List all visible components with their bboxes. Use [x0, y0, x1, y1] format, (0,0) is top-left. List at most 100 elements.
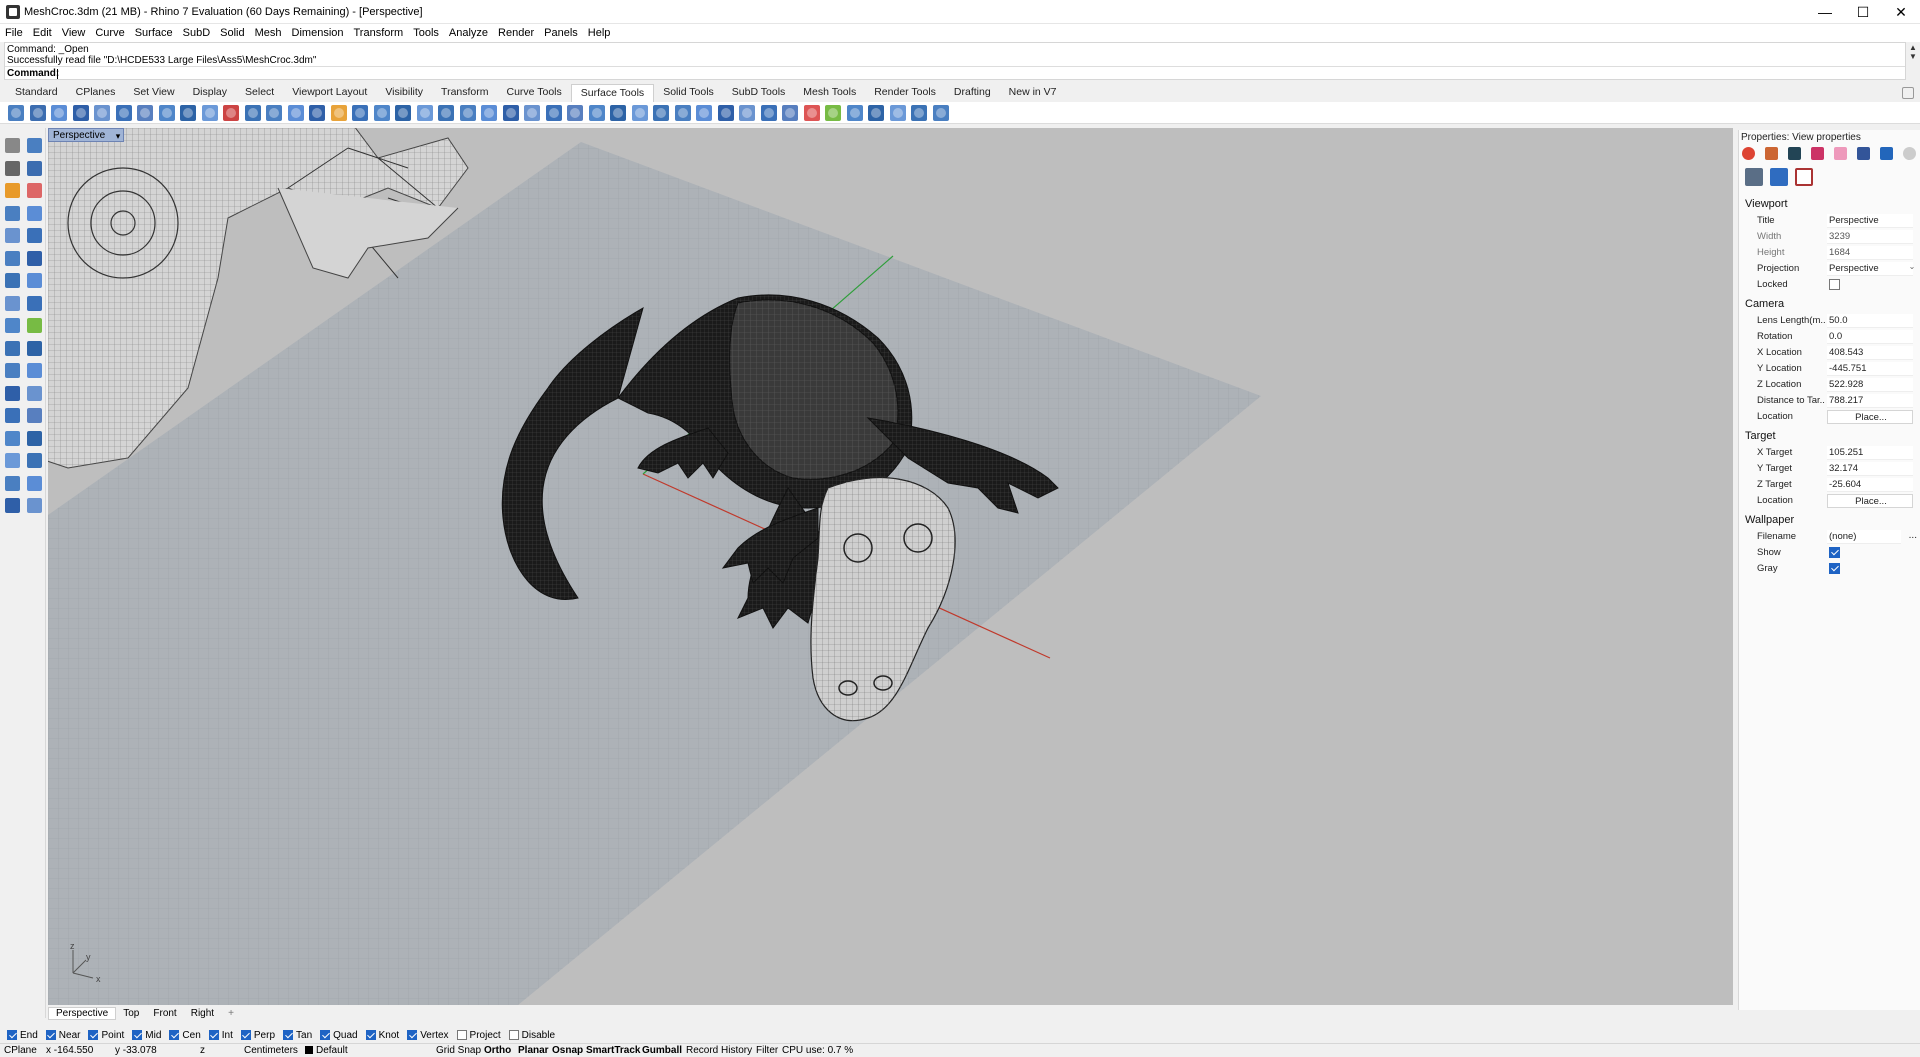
menu-curve[interactable]: Curve — [95, 27, 124, 39]
surface-tool-icon[interactable] — [266, 104, 282, 121]
surface-tool-icon[interactable] — [588, 104, 605, 121]
sidebar-tool-icon[interactable] — [5, 363, 20, 378]
sidebar-tool-icon[interactable] — [27, 295, 42, 311]
osnap-tan[interactable]: Tan — [283, 1030, 312, 1041]
sidebar-tool-icon[interactable] — [27, 430, 42, 446]
locked-checkbox[interactable] — [1829, 279, 1840, 290]
object-properties-icon[interactable] — [1742, 147, 1755, 160]
sidebar-tool-icon[interactable] — [27, 363, 42, 378]
surface-tool-icon[interactable] — [29, 104, 46, 121]
named-view-icon[interactable] — [1770, 168, 1788, 186]
status-cplane[interactable]: CPlane — [4, 1045, 37, 1056]
viewport-scene[interactable] — [48, 128, 1733, 1005]
surface-tool-icon[interactable] — [352, 104, 368, 121]
camera-icon[interactable] — [1745, 168, 1763, 186]
osnap-checkbox[interactable] — [240, 1030, 251, 1040]
surface-tool-icon[interactable] — [545, 104, 562, 121]
surface-tool-icon[interactable] — [717, 104, 734, 121]
sidebar-tool-icon[interactable] — [5, 250, 20, 266]
osnap-mid[interactable]: Mid — [132, 1030, 161, 1041]
layer-icon[interactable] — [1834, 147, 1847, 160]
vp-tab-perspective[interactable]: Perspective — [48, 1006, 117, 1020]
surface-tool-icon[interactable] — [868, 104, 884, 121]
status-osnap[interactable]: Osnap — [552, 1045, 583, 1056]
surface-tool-icon[interactable] — [438, 104, 454, 121]
sidebar-tool-icon[interactable] — [5, 340, 20, 356]
tab-mesh-tools[interactable]: Mesh Tools — [794, 84, 865, 102]
minimize-button[interactable]: — — [1806, 0, 1844, 24]
tab-drafting[interactable]: Drafting — [945, 84, 1000, 102]
sidebar-tool-icon[interactable] — [5, 408, 20, 423]
z-location-field[interactable]: 522.928 — [1827, 378, 1913, 392]
sidebar-tool-icon[interactable] — [5, 228, 20, 243]
rhino-app-icon[interactable] — [6, 4, 20, 19]
menu-dimension[interactable]: Dimension — [292, 27, 344, 39]
tab-visibility[interactable]: Visibility — [376, 84, 432, 102]
menu-solid[interactable]: Solid — [220, 27, 244, 39]
viewport-menu-caret-icon[interactable]: ▾ — [116, 129, 121, 143]
surface-tool-icon[interactable] — [459, 104, 476, 121]
rotation-field[interactable]: 0.0 — [1827, 330, 1913, 344]
surface-tool-icon[interactable] — [911, 104, 927, 121]
sidebar-tool-icon[interactable] — [27, 183, 42, 198]
osnap-near[interactable]: Near — [45, 1030, 80, 1041]
sidebar-tool-icon[interactable] — [27, 385, 42, 401]
osnap-checkbox[interactable] — [169, 1030, 180, 1040]
filename-field[interactable]: (none) — [1827, 530, 1901, 544]
sidebar-tool-icon[interactable] — [5, 498, 20, 513]
sidebar-tool-icon[interactable] — [5, 295, 20, 311]
sidebar-tool-icon[interactable] — [5, 453, 20, 468]
browse-filename-button[interactable]: ... — [1909, 530, 1917, 541]
notification-bell-icon[interactable] — [1880, 147, 1893, 160]
surface-tool-icon[interactable] — [244, 104, 261, 121]
menu-surface[interactable]: Surface — [135, 27, 173, 39]
distance-to-target-field[interactable]: 788.217 — [1827, 394, 1913, 408]
y-target-field[interactable]: 32.174 — [1827, 462, 1913, 476]
osnap-cen[interactable]: Cen — [169, 1030, 201, 1041]
vp-tab-top[interactable]: Top — [116, 1008, 146, 1019]
menu-analyze[interactable]: Analyze — [449, 27, 488, 39]
sidebar-tool-icon[interactable] — [5, 138, 20, 153]
sidebar-tool-icon[interactable] — [27, 160, 42, 176]
title-field[interactable]: Perspective — [1827, 214, 1913, 228]
surface-tool-icon[interactable] — [889, 104, 906, 121]
sidebar-tool-icon[interactable] — [5, 205, 20, 221]
tab-select[interactable]: Select — [236, 84, 283, 102]
perspective-viewport[interactable]: Perspective ▾ z y x — [48, 128, 1733, 1005]
sidebar-tool-icon[interactable] — [5, 160, 20, 176]
menu-help[interactable]: Help — [588, 27, 611, 39]
sidebar-tool-icon[interactable] — [5, 430, 20, 446]
osnap-checkbox[interactable] — [365, 1030, 376, 1040]
osnap-checkbox[interactable] — [132, 1030, 143, 1040]
status-filter[interactable]: Filter — [756, 1045, 778, 1056]
gray-checkbox[interactable] — [1829, 563, 1840, 574]
tab-standard[interactable]: Standard — [6, 84, 67, 102]
vp-tab-right[interactable]: Right — [184, 1008, 221, 1019]
tab-cplanes[interactable]: CPlanes — [67, 84, 125, 102]
osnap-knot[interactable]: Knot — [365, 1030, 399, 1041]
sidebar-tool-icon[interactable] — [5, 385, 20, 401]
surface-tool-icon[interactable] — [653, 104, 669, 121]
surface-tool-icon[interactable] — [567, 104, 583, 121]
sidebar-tool-icon[interactable] — [27, 453, 42, 468]
menu-edit[interactable]: Edit — [33, 27, 52, 39]
surface-tool-icon[interactable] — [416, 104, 433, 121]
tab-set-view[interactable]: Set View — [124, 84, 183, 102]
sidebar-tool-icon[interactable] — [27, 205, 42, 221]
menu-file[interactable]: File — [5, 27, 23, 39]
x-location-field[interactable]: 408.543 — [1827, 346, 1913, 360]
menu-render[interactable]: Render — [498, 27, 534, 39]
surface-tool-icon[interactable] — [803, 104, 820, 121]
surface-tool-icon[interactable] — [330, 104, 347, 121]
surface-tool-icon[interactable] — [94, 104, 110, 121]
x-target-field[interactable]: 105.251 — [1827, 446, 1913, 460]
surface-tool-icon[interactable] — [51, 104, 67, 121]
sidebar-tool-icon[interactable] — [27, 408, 42, 423]
sidebar-tool-icon[interactable] — [5, 183, 20, 198]
osnap-project[interactable]: Project — [456, 1030, 501, 1041]
sidebar-tool-icon[interactable] — [27, 250, 42, 266]
surface-tool-icon[interactable] — [309, 104, 325, 121]
osnap-checkbox[interactable] — [45, 1030, 56, 1040]
status-ortho[interactable]: Ortho — [484, 1045, 511, 1056]
tab-transform[interactable]: Transform — [432, 84, 497, 102]
